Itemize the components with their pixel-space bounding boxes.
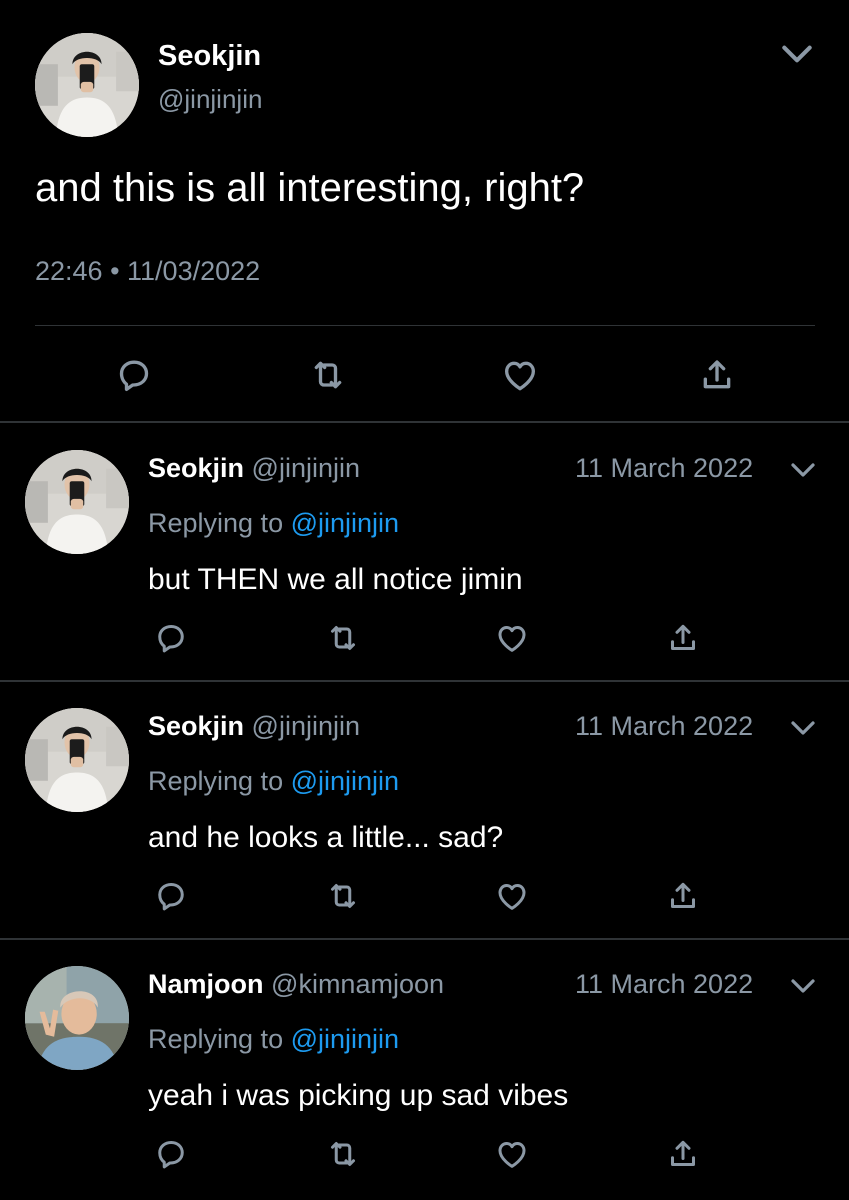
chevron-down-icon[interactable] xyxy=(788,455,818,485)
tweet-timestamp: 22:46 • 11/03/2022 xyxy=(35,256,261,286)
reply-header: Seokjin @jinjinjin xyxy=(148,453,360,484)
replying-to-label: Replying to xyxy=(148,508,284,538)
author-handle[interactable]: @jinjinjin xyxy=(252,453,360,483)
reply-icon[interactable] xyxy=(153,620,189,656)
reply-header: Namjoon @kimnamjoon xyxy=(148,969,444,1000)
avatar[interactable] xyxy=(25,450,129,554)
reply-header: Seokjin @jinjinjin xyxy=(148,711,360,742)
retweet-icon[interactable] xyxy=(325,1136,361,1172)
author-name[interactable]: Seokjin xyxy=(148,453,244,483)
author-handle[interactable]: @jinjinjin xyxy=(252,711,360,741)
share-icon[interactable] xyxy=(665,620,701,656)
heart-icon[interactable] xyxy=(494,878,530,914)
author-name[interactable]: Namjoon xyxy=(148,969,264,999)
replying-to-link[interactable]: @jinjinjin xyxy=(291,508,399,538)
chevron-down-icon[interactable] xyxy=(788,971,818,1001)
divider xyxy=(0,938,849,940)
avatar[interactable] xyxy=(35,33,139,137)
avatar[interactable] xyxy=(25,708,129,812)
reply-text: yeah i was picking up sad vibes xyxy=(148,1079,569,1112)
replying-to-label: Replying to xyxy=(148,1024,284,1054)
replying-to-link[interactable]: @jinjinjin xyxy=(291,766,399,796)
reply-date[interactable]: 11 March 2022 xyxy=(575,453,753,484)
tweet-text: and this is all interesting, right? xyxy=(35,166,585,210)
reply-date[interactable]: 11 March 2022 xyxy=(575,969,753,1000)
replying-to: Replying to @jinjinjin xyxy=(148,1024,399,1055)
share-icon[interactable] xyxy=(697,355,737,395)
reply-text: but THEN we all notice jimin xyxy=(148,563,523,596)
replying-to: Replying to @jinjinjin xyxy=(148,508,399,539)
author-handle[interactable]: @jinjinjin xyxy=(158,84,262,115)
share-icon[interactable] xyxy=(665,1136,701,1172)
reply-icon[interactable] xyxy=(153,1136,189,1172)
reply-date[interactable]: 11 March 2022 xyxy=(575,711,753,742)
author-handle[interactable]: @kimnamjoon xyxy=(271,969,444,999)
heart-icon[interactable] xyxy=(494,620,530,656)
heart-icon[interactable] xyxy=(494,1136,530,1172)
reply-text: and he looks a little... sad? xyxy=(148,821,504,854)
retweet-icon[interactable] xyxy=(308,355,348,395)
author-name[interactable]: Seokjin xyxy=(148,711,244,741)
share-icon[interactable] xyxy=(665,878,701,914)
divider xyxy=(35,325,815,326)
retweet-icon[interactable] xyxy=(325,878,361,914)
replying-to-label: Replying to xyxy=(148,766,284,796)
avatar[interactable] xyxy=(25,966,129,1070)
retweet-icon[interactable] xyxy=(325,620,361,656)
replying-to-link[interactable]: @jinjinjin xyxy=(291,1024,399,1054)
author-name[interactable]: Seokjin xyxy=(158,40,261,73)
replying-to: Replying to @jinjinjin xyxy=(148,766,399,797)
chevron-down-icon[interactable] xyxy=(788,713,818,743)
heart-icon[interactable] xyxy=(500,355,540,395)
divider xyxy=(0,421,849,423)
reply-icon[interactable] xyxy=(114,355,154,395)
chevron-down-icon[interactable] xyxy=(778,35,816,73)
reply-icon[interactable] xyxy=(153,878,189,914)
divider xyxy=(0,680,849,682)
